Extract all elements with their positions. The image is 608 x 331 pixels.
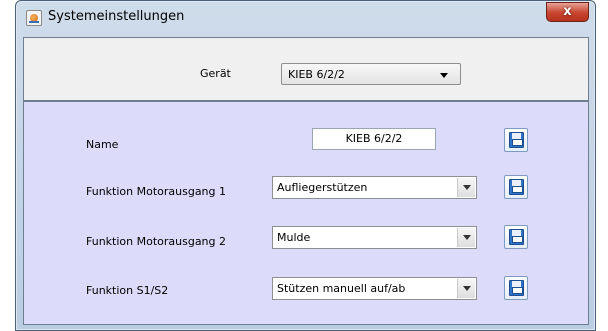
motor1-select-value: Aufliegerstützen [277, 181, 368, 194]
name-label: Name [86, 138, 119, 151]
motor1-select[interactable]: Aufliegerstützen [272, 176, 477, 199]
save-motor2-button[interactable] [504, 225, 528, 249]
save-s1s2-button[interactable] [504, 276, 528, 300]
s1s2-select[interactable]: Stützen manuell auf/ab [272, 277, 477, 300]
settings-panel: Name KIEB 6/2/2 Funktion Motorausgang 1 … [23, 101, 589, 325]
close-button[interactable]: x [546, 2, 589, 22]
device-select-value: KIEB 6/2/2 [288, 68, 345, 81]
window-title: Systemeinstellungen [48, 9, 185, 24]
save-icon [509, 280, 524, 296]
chevron-down-icon[interactable] [457, 279, 475, 298]
title-bar[interactable]: Systemeinstellungen x [16, 1, 595, 37]
settings-window: Systemeinstellungen x Gerät KIEB 6/2/2 N… [15, 0, 596, 331]
s1s2-label: Funktion S1/S2 [86, 284, 169, 297]
chevron-down-icon[interactable] [457, 178, 475, 197]
s1s2-select-value: Stützen manuell auf/ab [277, 282, 406, 295]
java-app-icon [26, 10, 42, 26]
device-label: Gerät [200, 67, 231, 80]
motor1-label: Funktion Motorausgang 1 [86, 185, 227, 198]
chevron-down-icon[interactable] [457, 228, 475, 247]
device-select[interactable]: KIEB 6/2/2 [281, 63, 461, 85]
name-field[interactable]: KIEB 6/2/2 [312, 128, 436, 150]
motor2-select-value: Mulde [277, 231, 311, 244]
save-icon [509, 179, 524, 195]
save-icon [509, 229, 524, 245]
motor2-select[interactable]: Mulde [272, 226, 477, 249]
device-panel: Gerät KIEB 6/2/2 [23, 37, 589, 101]
chevron-down-icon [440, 73, 448, 78]
save-motor1-button[interactable] [504, 175, 528, 199]
motor2-label: Funktion Motorausgang 2 [86, 235, 227, 248]
save-name-button[interactable] [504, 128, 528, 152]
save-icon [509, 132, 524, 148]
